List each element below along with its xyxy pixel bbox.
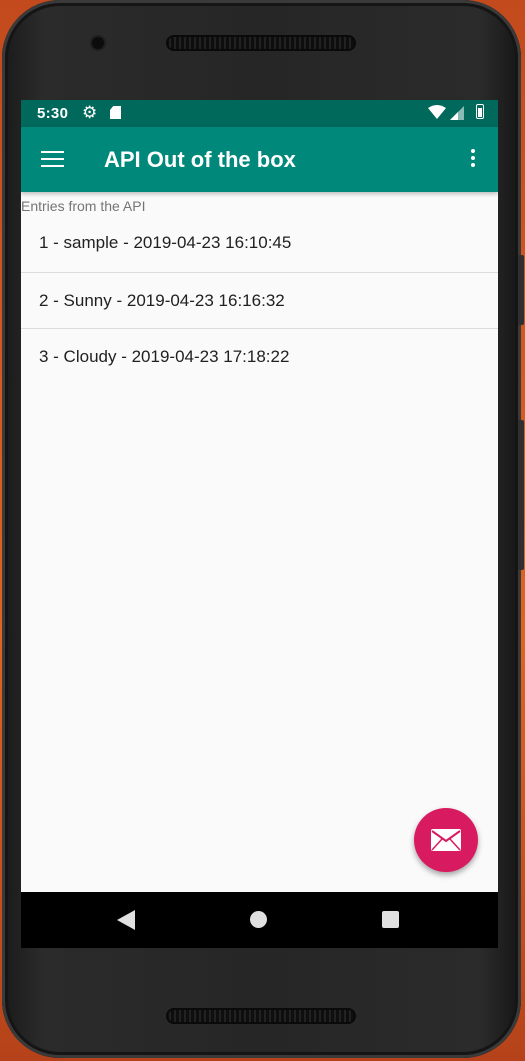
top-speaker-grille <box>166 35 356 51</box>
mail-icon <box>431 829 461 851</box>
back-icon[interactable] <box>117 910 135 930</box>
app-title: API Out of the box <box>104 147 296 172</box>
battery-icon <box>476 104 484 119</box>
list-item[interactable]: 3 - Cloudy - 2019-04-23 17:18:22 <box>21 329 498 385</box>
power-button <box>518 420 524 570</box>
device-screen: 5:30 ⚙ API Out of the box Entries from t… <box>21 100 498 948</box>
main-content: Entries from the API 1 - sample - 2019-0… <box>21 192 498 385</box>
overflow-menu-icon[interactable] <box>470 149 476 169</box>
menu-icon[interactable] <box>41 151 64 168</box>
section-label: Entries from the API <box>21 198 146 214</box>
volume-button <box>518 255 524 325</box>
status-time: 5:30 <box>37 105 69 122</box>
bottom-speaker-grille <box>166 1008 356 1024</box>
navigation-bar <box>21 892 498 948</box>
signal-icon <box>450 106 464 120</box>
status-bar: 5:30 ⚙ <box>21 100 498 127</box>
app-bar: API Out of the box <box>21 127 498 192</box>
compose-mail-button[interactable] <box>414 808 478 872</box>
front-camera <box>92 37 104 49</box>
wifi-icon <box>428 105 446 119</box>
list-item[interactable]: 2 - Sunny - 2019-04-23 16:16:32 <box>21 273 498 329</box>
home-icon[interactable] <box>250 911 267 928</box>
list-item[interactable]: 1 - sample - 2019-04-23 16:10:45 <box>21 216 498 273</box>
recent-apps-icon[interactable] <box>382 911 399 928</box>
sd-card-icon <box>110 106 121 119</box>
gear-icon: ⚙ <box>82 103 98 122</box>
entries-list: 1 - sample - 2019-04-23 16:10:45 2 - Sun… <box>21 216 498 385</box>
